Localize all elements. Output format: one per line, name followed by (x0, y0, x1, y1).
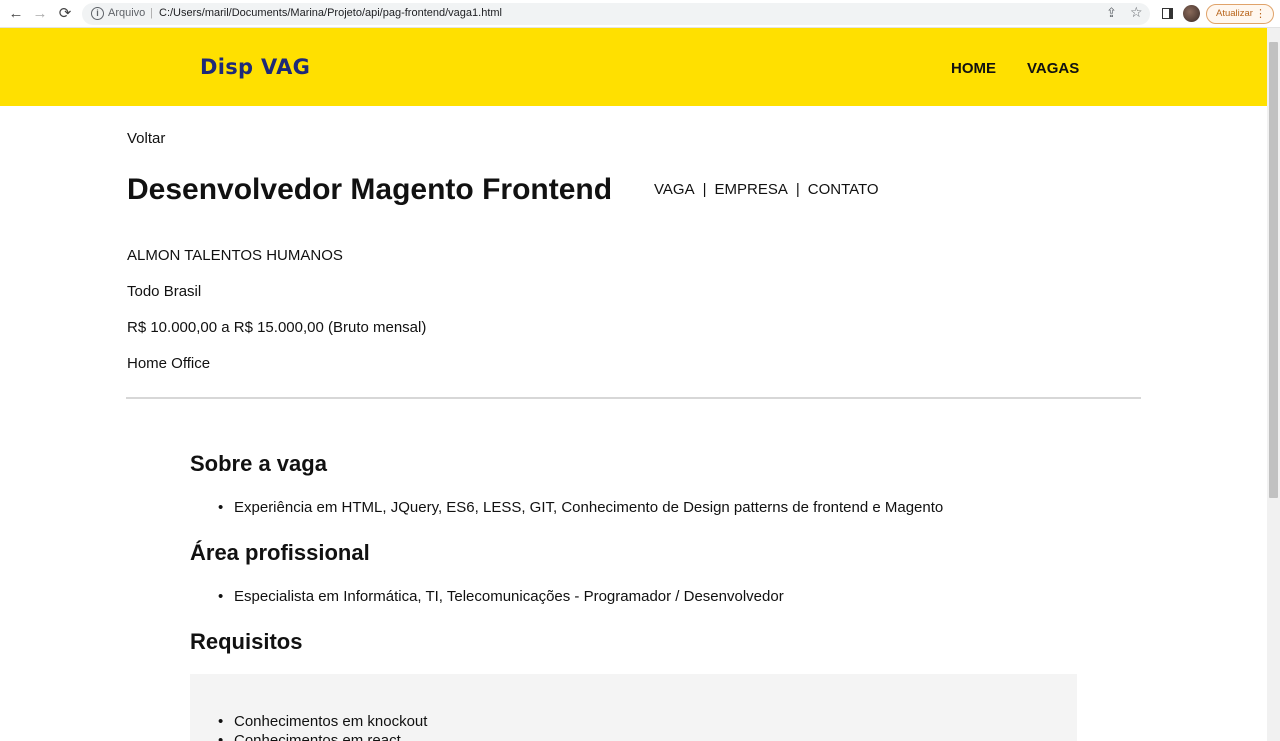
tab-empresa[interactable]: EMPRESA (714, 181, 787, 198)
update-button-label: Atualizar (1216, 8, 1253, 19)
profile-avatar[interactable] (1183, 5, 1200, 22)
scheme-label: Arquivo (108, 7, 146, 19)
reload-icon[interactable]: ⟳ (55, 4, 75, 24)
tab-separator: | (795, 181, 800, 198)
area-heading: Área profissional (190, 540, 370, 565)
address-separator: | (150, 7, 153, 19)
list-item: Experiência em HTML, JQuery, ES6, LESS, … (218, 499, 943, 516)
job-tabs: VAGA | EMPRESA | CONTATO (654, 181, 879, 198)
about-item-text: Experiência em HTML, JQuery, ES6, LESS, … (234, 499, 944, 516)
list-item: Conhecimentos em knockout (218, 713, 427, 730)
job-location: Todo Brasil (127, 283, 202, 300)
nav-home-link[interactable]: HOME (951, 60, 996, 77)
site-logo[interactable]: Disp VAG (200, 55, 310, 79)
job-title: Desenvolvedor Magento Frontend (127, 173, 613, 206)
tab-separator: | (702, 181, 707, 198)
tab-vaga[interactable]: VAGA (654, 181, 695, 198)
tab-contato[interactable]: CONTATO (808, 181, 879, 198)
nav-vagas-link[interactable]: VAGAS (1027, 60, 1079, 77)
page-scrollbar[interactable] (1267, 28, 1280, 741)
requirements-box: Conhecimentos em knockout Conhecimentos … (190, 674, 1077, 741)
site-header: Disp VAG HOME VAGAS (0, 28, 1267, 106)
company-name: ALMON TALENTOS HUMANOS (127, 247, 343, 264)
list-item: Especialista em Informática, TI, Telecom… (218, 588, 784, 605)
browser-toolbar: ← → ⟳ i Arquivo | C:/Users/maril/Documen… (0, 0, 1280, 28)
update-button[interactable]: Atualizar ⋮ (1206, 4, 1274, 24)
work-mode: Home Office (127, 355, 211, 372)
scrollbar-thumb[interactable] (1269, 42, 1278, 498)
about-heading: Sobre a vaga (190, 451, 327, 476)
bookmark-star-icon[interactable]: ☆ (1130, 4, 1143, 21)
url-text[interactable]: C:/Users/maril/Documents/Marina/Projeto/… (159, 7, 502, 19)
requirement-item-text: Conhecimentos em knockout (234, 713, 428, 730)
back-link[interactable]: Voltar (127, 130, 165, 147)
menu-dots-icon: ⋮ (1255, 8, 1266, 20)
requirement-item-text: Conhecimentos em react (234, 732, 401, 741)
back-arrow-icon[interactable]: ← (6, 4, 26, 24)
requirements-heading: Requisitos (190, 629, 303, 654)
info-icon[interactable]: i (91, 7, 104, 20)
address-bar[interactable]: i Arquivo | C:/Users/maril/Documents/Mar… (82, 3, 1150, 25)
forward-arrow-icon[interactable]: → (30, 4, 50, 24)
section-divider (126, 397, 1141, 399)
job-salary: R$ 10.000,00 a R$ 15.000,00 (Bruto mensa… (127, 319, 427, 336)
side-panel-icon[interactable] (1162, 8, 1173, 19)
share-icon[interactable]: ⇪ (1106, 5, 1117, 21)
area-item-text: Especialista em Informática, TI, Telecom… (234, 588, 784, 605)
list-item: Conhecimentos em react (218, 732, 401, 741)
